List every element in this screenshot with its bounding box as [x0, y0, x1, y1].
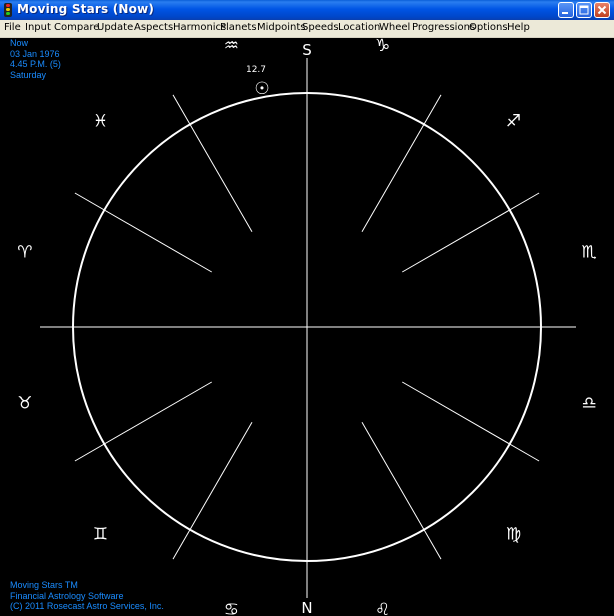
- sign-division-line: [361, 94, 442, 232]
- scorpio-icon: ♏: [581, 242, 596, 262]
- footer-info: Moving Stars TM Financial Astrology Soft…: [10, 580, 164, 612]
- product-name: Moving Stars TM: [10, 580, 78, 590]
- sign-division-line: [402, 192, 540, 273]
- libra-icon: ♎: [581, 394, 596, 414]
- north-label: N: [301, 599, 312, 616]
- sign-division-line: [74, 381, 212, 462]
- chart-time: 4.45 P.M. (5): [10, 59, 61, 69]
- capricorn-icon: ♑: [375, 36, 390, 56]
- virgo-icon: ♍: [506, 525, 521, 545]
- sign-division-line: [172, 94, 253, 232]
- sun-icon[interactable]: ☉: [254, 79, 269, 99]
- south-label: S: [302, 41, 312, 59]
- sun-degree-label: 12.7: [246, 65, 266, 75]
- sign-division-line: [74, 192, 212, 273]
- leo-icon: ♌: [375, 600, 390, 616]
- copyright-text: (C) 2011 Rosecast Astro Services, Inc.: [10, 601, 164, 611]
- chart-name: Now: [10, 38, 29, 48]
- sign-division-line: [361, 422, 442, 560]
- gemini-icon: ♊: [93, 525, 108, 545]
- sagittarius-icon: ♐: [506, 112, 521, 132]
- product-description: Financial Astrology Software: [10, 590, 124, 601]
- pisces-icon: ♓: [93, 112, 108, 132]
- sign-division-line: [172, 422, 253, 560]
- chart-weekday: Saturday: [10, 69, 47, 80]
- taurus-icon: ♉: [17, 394, 32, 414]
- sign-division-line: [402, 381, 540, 462]
- astrology-wheel: ♑ ♐ ♏ ♎ ♍ ♌ ♋ ♊ ♉ ♈ ♓ ♒ S N 12.7 ☉: [17, 36, 596, 616]
- chart-info: Now 03 Jan 1976 4.45 P.M. (5) Saturday: [10, 38, 61, 80]
- chart-date: 03 Jan 1976: [10, 48, 60, 59]
- aries-icon: ♈: [17, 242, 32, 262]
- aquarius-icon: ♒: [224, 36, 239, 56]
- cancer-icon: ♋: [224, 600, 239, 616]
